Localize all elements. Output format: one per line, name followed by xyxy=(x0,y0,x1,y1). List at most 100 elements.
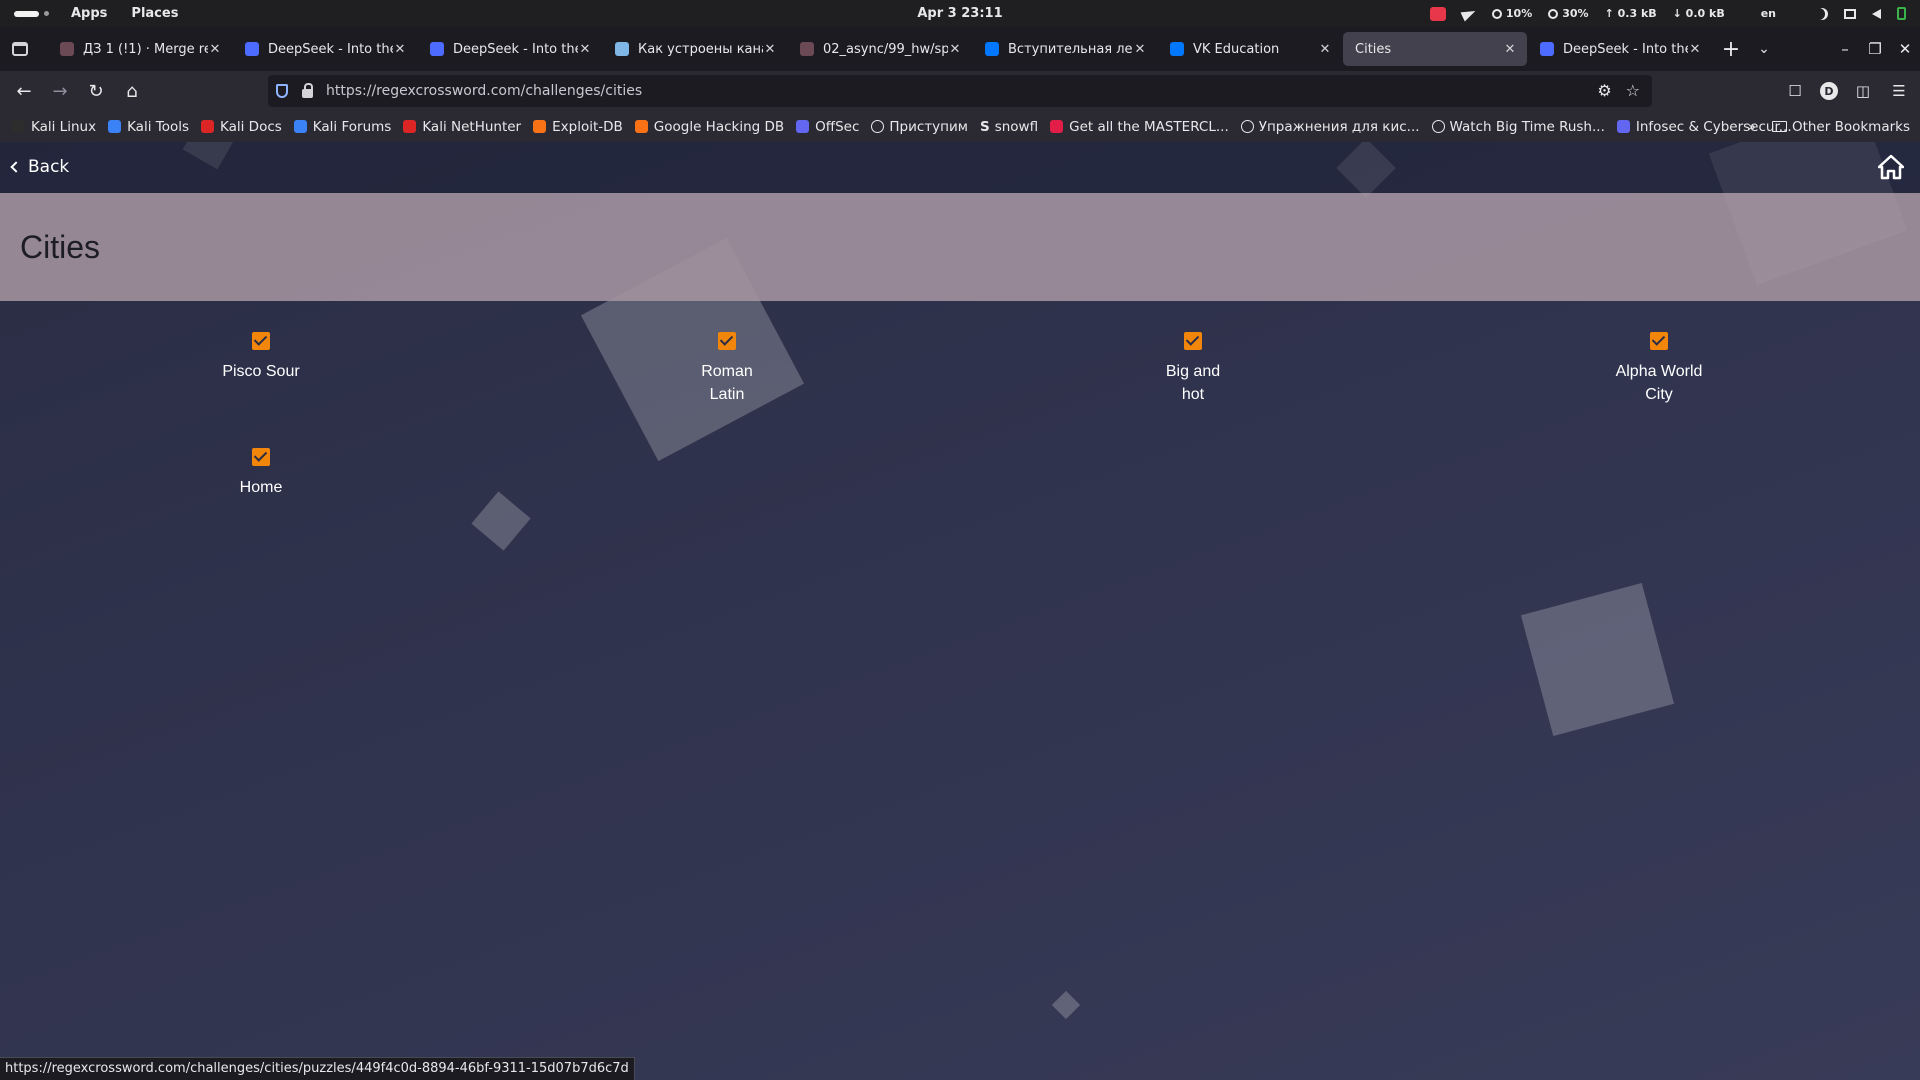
puzzle-item[interactable]: Pisco Sour xyxy=(171,332,351,383)
night-mode-icon[interactable] xyxy=(1816,8,1828,20)
window-icon[interactable] xyxy=(1844,8,1856,19)
tab-4[interactable]: 02_async/99_hw/spa ✕ xyxy=(788,32,972,66)
bookmark-label: snowfl xyxy=(994,118,1039,135)
bookmark-favicon-icon xyxy=(634,120,648,133)
forward-arrow-icon[interactable]: → xyxy=(42,75,78,107)
tab-close-icon[interactable]: ✕ xyxy=(1688,42,1702,57)
extensions-icon[interactable]: ◫ xyxy=(1852,82,1874,100)
page-title: Cities xyxy=(20,229,101,265)
tab-8[interactable]: DeepSeek - Into the ✕ xyxy=(1528,32,1712,66)
reload-icon[interactable]: ↻ xyxy=(78,75,114,107)
bookmark-label: Kali Linux xyxy=(31,118,97,135)
back-link[interactable]: Back xyxy=(10,157,69,177)
firefox-view-button[interactable] xyxy=(0,27,40,71)
puzzle-item[interactable]: Home xyxy=(171,448,351,499)
bookmark-item[interactable]: Kali Tools xyxy=(108,119,189,135)
puzzle-item[interactable]: Roman Latin xyxy=(637,332,817,406)
restore-icon[interactable]: ❐ xyxy=(1860,40,1890,58)
tab-5[interactable]: Вступительная лек ✕ xyxy=(973,32,1157,66)
hamburger-menu-icon[interactable]: ☰ xyxy=(1888,82,1910,100)
tab-bar: ДЗ 1 (!1) · Merge req ✕ DeepSeek - Into th… xyxy=(0,27,1920,71)
bookmark-favicon-icon xyxy=(293,120,307,133)
tab-0[interactable]: ДЗ 1 (!1) · Merge req ✕ xyxy=(48,32,232,66)
tab-title: DeepSeek - Into the xyxy=(1563,41,1688,57)
bookmark-item[interactable]: Упражнения для кис... xyxy=(1240,119,1420,135)
bookmark-favicon-icon xyxy=(1050,120,1064,133)
apps-menu[interactable]: Apps xyxy=(71,6,107,21)
system-tray: 10% 30% ↑ 0.3 kB ↓ 0.0 kB en xyxy=(1429,0,1906,27)
tracking-protection-icon[interactable] xyxy=(276,84,288,98)
bookmark-favicon-icon xyxy=(533,120,547,133)
address-bar[interactable]: https://regexcrossword.com/challenges/ci… xyxy=(268,75,1652,107)
solved-checkbox xyxy=(1650,332,1668,350)
bookmark-item[interactable]: Google Hacking DB xyxy=(634,119,784,135)
tab-close-icon[interactable]: ✕ xyxy=(1318,42,1332,57)
bookmark-item[interactable]: Kali Docs xyxy=(201,119,282,135)
battery-icon[interactable] xyxy=(1897,7,1906,20)
home-icon[interactable] xyxy=(1878,154,1904,180)
tab-6[interactable]: VK Education ✕ xyxy=(1158,32,1342,66)
minimize-icon[interactable]: – xyxy=(1830,40,1860,58)
tab-close-icon[interactable]: ✕ xyxy=(393,42,407,57)
tab-favicon-icon xyxy=(1540,42,1554,56)
keyboard-layout[interactable]: en xyxy=(1761,7,1776,20)
bookmark-item[interactable]: Kali NetHunter xyxy=(403,119,521,135)
url-text[interactable]: https://regexcrossword.com/challenges/ci… xyxy=(326,83,642,99)
tab-favicon-icon xyxy=(615,42,629,56)
tab-7[interactable]: Cities ✕ xyxy=(1343,32,1527,66)
memory-indicator[interactable]: 30% xyxy=(1548,7,1589,20)
puzzle-name: Roman Latin xyxy=(701,363,753,403)
tab-close-icon[interactable]: ✕ xyxy=(1133,42,1147,57)
memory-value: 30% xyxy=(1562,7,1589,20)
tab-close-icon[interactable]: ✕ xyxy=(948,42,962,57)
bookmark-item[interactable]: Ssnowfl xyxy=(980,119,1038,135)
list-all-tabs-button[interactable]: ⌄ xyxy=(1749,41,1779,57)
site-top-nav: Back xyxy=(0,142,1920,193)
tab-favicon-icon xyxy=(245,42,259,56)
bookmark-item[interactable]: OffSec xyxy=(796,119,859,135)
account-avatar[interactable]: D xyxy=(1820,82,1838,100)
telegram-icon[interactable] xyxy=(1460,6,1478,21)
other-bookmarks-folder[interactable]: Other Bookmarks xyxy=(1771,119,1910,135)
tab-3[interactable]: Как устроены кана ✕ xyxy=(603,32,787,66)
tab-title: ДЗ 1 (!1) · Merge req xyxy=(83,41,208,57)
cpu-indicator[interactable]: 10% xyxy=(1491,7,1532,20)
home-button-icon[interactable]: ⌂ xyxy=(114,75,150,107)
workspace-indicator[interactable] xyxy=(14,10,49,17)
tab-close-icon[interactable]: ✕ xyxy=(578,42,592,57)
pocket-icon[interactable]: ☐ xyxy=(1784,82,1806,100)
status-bar-link-preview: https://regexcrossword.com/challenges/ci… xyxy=(0,1057,635,1080)
bookmark-label: Get all the MASTERCL... xyxy=(1069,118,1229,135)
bookmark-item[interactable]: Kali Forums xyxy=(293,118,392,135)
back-arrow-icon[interactable]: ← xyxy=(6,75,42,107)
tab-title: 02_async/99_hw/spa xyxy=(823,41,948,57)
tab-close-icon[interactable]: ✕ xyxy=(208,42,222,57)
volume-icon[interactable] xyxy=(1872,8,1881,19)
bookmark-star-icon[interactable]: ☆ xyxy=(1626,81,1640,100)
tab-title: DeepSeek - Into the xyxy=(268,41,393,57)
tab-close-icon[interactable]: ✕ xyxy=(1503,42,1517,57)
tab-1[interactable]: DeepSeek - Into the ✕ xyxy=(233,32,417,66)
bookmark-item[interactable]: Exploit-DB xyxy=(533,119,623,135)
new-tab-button[interactable]: + xyxy=(1713,37,1749,62)
places-menu[interactable]: Places xyxy=(131,6,178,21)
bookmark-favicon-icon xyxy=(796,120,810,133)
workspace-active-pill xyxy=(14,10,39,17)
puzzle-item[interactable]: Alpha World City xyxy=(1569,332,1749,406)
bookmark-label: Kali Forums xyxy=(312,118,392,135)
bookmark-item[interactable]: Get all the MASTERCL... xyxy=(1050,119,1229,135)
tab-title: VK Education xyxy=(1193,41,1280,57)
bookmark-favicon-icon xyxy=(1616,120,1630,133)
extension-bug-icon[interactable]: ⚙ xyxy=(1597,81,1611,100)
puzzle-item[interactable]: Big and hot xyxy=(1103,332,1283,406)
lock-icon[interactable] xyxy=(302,82,313,98)
bookmark-item[interactable]: Приступим xyxy=(871,119,968,135)
tab-2[interactable]: DeepSeek - Into the ✕ xyxy=(418,32,602,66)
bookmarks-overflow-icon[interactable]: » xyxy=(1748,119,1756,135)
bookmark-item[interactable]: Watch Big Time Rush... xyxy=(1431,119,1605,135)
close-window-icon[interactable]: ✕ xyxy=(1890,40,1920,58)
bookmark-item[interactable]: Kali Linux xyxy=(12,119,96,135)
app-indicator-icon[interactable] xyxy=(1429,6,1446,21)
tab-close-icon[interactable]: ✕ xyxy=(763,42,777,57)
bookmarks-toolbar: Kali Linux Kali Tools Kali Docs Kali Forums… xyxy=(0,111,1920,142)
